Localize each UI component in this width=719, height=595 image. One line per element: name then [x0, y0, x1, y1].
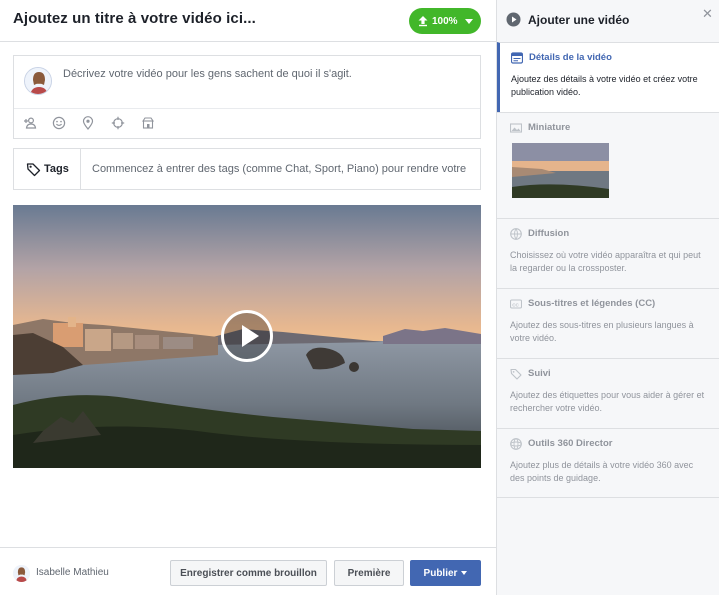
step-tracking[interactable]: Suivi Ajoutez des étiquettes pour vous a…: [497, 358, 719, 428]
upload-progress-value: 100%: [432, 15, 458, 27]
publish-label: Publier: [423, 567, 458, 579]
play-button[interactable]: [221, 310, 273, 362]
step-title: Diffusion: [528, 228, 570, 239]
step-title: Sous-titres et légendes (CC): [528, 298, 656, 309]
step-distribution[interactable]: Diffusion Choisissez où votre vidéo appa…: [497, 218, 719, 288]
tags-input[interactable]: Commencez à entrer des tags (comme Chat,…: [92, 163, 478, 175]
step-description: Ajoutez plus de détails à votre vidéo 36…: [510, 460, 694, 483]
premiere-button[interactable]: Première: [334, 560, 404, 586]
step-description: Choisissez où votre vidéo apparaîtra et …: [510, 250, 701, 273]
svg-text:CC: CC: [512, 302, 519, 307]
cc-icon: CC: [510, 299, 522, 309]
shop-icon[interactable]: [141, 116, 155, 130]
composer-footer: Isabelle Mathieu Enregistrer comme broui…: [0, 547, 496, 595]
step-title: Détails de la vidéo: [529, 52, 612, 63]
step-title: Outils 360 Director: [528, 438, 613, 449]
sidebar-title: Ajouter une vidéo: [528, 13, 630, 27]
add-video-sidebar: Ajouter une vidéo ✕ Détails de la vidéo …: [496, 0, 719, 595]
360-icon: [510, 438, 522, 450]
thumbnail-image[interactable]: [512, 143, 609, 198]
step-description: Ajoutez des étiquettes pour vous aider à…: [510, 390, 705, 413]
step-thumbnail[interactable]: Miniature: [497, 112, 719, 218]
crosshair-icon[interactable]: [111, 116, 125, 130]
description-box: Décrivez votre vidéo pour les gens sache…: [13, 55, 481, 139]
globe-icon: [510, 228, 522, 240]
step-subtitles[interactable]: CC Sous-titres et légendes (CC) Ajoutez …: [497, 288, 719, 358]
step-description: Ajoutez des sous-titres en plusieurs lan…: [510, 320, 694, 343]
emoji-icon[interactable]: [52, 116, 66, 130]
step-title: Miniature: [528, 122, 571, 133]
author-name: Isabelle Mathieu: [36, 567, 109, 578]
author-avatar: [13, 565, 30, 582]
tag-icon: [26, 162, 41, 176]
avatar: [24, 67, 52, 95]
description-input[interactable]: Décrivez votre vidéo pour les gens sache…: [63, 68, 352, 80]
step-description: Ajoutez des détails à votre vidéo et cré…: [511, 74, 698, 97]
video-play-icon: [506, 12, 521, 27]
step-video-details[interactable]: Détails de la vidéo Ajoutez des détails …: [497, 42, 719, 112]
title-row: Ajoutez un titre à votre vidéo ici... 10…: [0, 0, 496, 42]
video-title-input[interactable]: Ajoutez un titre à votre vidéo ici...: [13, 10, 256, 27]
location-pin-icon[interactable]: [81, 116, 95, 130]
tag-friends-icon[interactable]: [23, 116, 37, 130]
chevron-down-icon: [461, 571, 468, 575]
publish-button[interactable]: Publier: [410, 560, 481, 586]
sidebar-header: Ajouter une vidéo ✕: [497, 0, 719, 42]
thumbnail-icon: [510, 123, 522, 133]
video-composer: Ajoutez un titre à votre vidéo ici... 10…: [0, 0, 496, 595]
upload-progress-button[interactable]: 100%: [409, 8, 481, 34]
tags-label-text: Tags: [44, 163, 69, 175]
tags-box: Tags Commencez à entrer des tags (comme …: [13, 148, 481, 190]
close-icon[interactable]: ✕: [702, 6, 713, 22]
tags-label: Tags: [14, 149, 81, 189]
save-draft-button[interactable]: Enregistrer comme brouillon: [170, 560, 327, 586]
upload-arrow-icon: [418, 16, 428, 27]
chevron-down-icon: [464, 18, 473, 24]
step-title: Suivi: [528, 368, 551, 379]
video-preview[interactable]: [13, 205, 481, 468]
tag-icon: [510, 368, 522, 380]
details-icon: [511, 52, 523, 64]
description-toolbar: [14, 108, 480, 138]
step-360-director[interactable]: Outils 360 Director Ajoutez plus de déta…: [497, 428, 719, 498]
